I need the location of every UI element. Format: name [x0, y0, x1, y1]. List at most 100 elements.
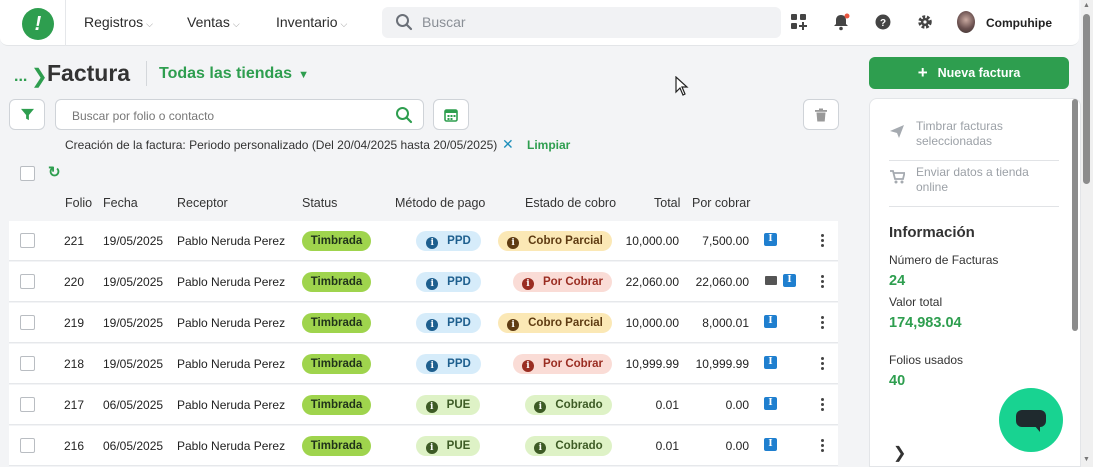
stamp-selected-action[interactable]: Timbrar facturas seleccionadas: [889, 119, 1059, 161]
invoice-info-icon[interactable]: I: [764, 438, 777, 451]
row-checkbox[interactable]: [20, 356, 35, 371]
select-all-checkbox[interactable]: [20, 166, 35, 181]
row-checkbox[interactable]: [20, 315, 35, 330]
col-header-folio[interactable]: Folio: [65, 196, 92, 210]
active-filter-text: Creación de la factura: Periodo personal…: [65, 138, 498, 152]
cell-fecha: 19/05/2025: [103, 234, 164, 248]
panel-scrollbar[interactable]: [1070, 99, 1080, 467]
cell-por-cobrar: 0.00: [725, 439, 749, 453]
cell-folio: 217: [64, 398, 85, 412]
table-row[interactable]: 218 19/05/2025 Pablo Neruda Perez Timbra…: [9, 344, 838, 384]
table-row[interactable]: 219 19/05/2025 Pablo Neruda Perez Timbra…: [9, 303, 838, 343]
kebab-menu-icon[interactable]: [821, 234, 824, 247]
col-header-estado[interactable]: Estado de cobro: [525, 196, 616, 210]
nav-ventas[interactable]: Ventas ⌵: [187, 14, 240, 30]
table-row[interactable]: 221 19/05/2025 Pablo Neruda Perez Timbra…: [9, 221, 838, 261]
payment-method-badge: i PPD: [416, 313, 481, 333]
scroll-up-icon[interactable]: ▲: [1083, 2, 1090, 9]
send-online-store-action[interactable]: Enviar datos a tienda online: [889, 165, 1059, 207]
status-badge: Timbrada: [302, 272, 371, 292]
invoice-info-icon[interactable]: I: [764, 397, 777, 410]
cell-total: 22,060.00: [625, 275, 679, 289]
chat-button[interactable]: [999, 388, 1063, 452]
page-scrollbar[interactable]: ▲ ▼: [1081, 0, 1093, 467]
avatar[interactable]: [957, 11, 975, 33]
row-checkbox[interactable]: [20, 233, 35, 248]
nav-registros[interactable]: Registros ⌵: [84, 14, 153, 30]
col-header-fecha[interactable]: Fecha: [103, 196, 138, 210]
kebab-menu-icon[interactable]: [821, 398, 824, 411]
info-icon: i: [534, 401, 547, 413]
user-name[interactable]: Compuhipe: [986, 16, 1052, 30]
cell-por-cobrar: 0.00: [725, 398, 749, 412]
invoice-info-icon[interactable]: I: [783, 274, 796, 287]
invoice-search-input[interactable]: Buscar por folio o contacto: [55, 99, 424, 130]
collection-status-label: Cobro Parcial: [528, 235, 603, 247]
global-search-input[interactable]: Buscar: [382, 7, 781, 38]
scroll-down-icon[interactable]: ▼: [1083, 456, 1090, 463]
info-icon: i: [507, 319, 520, 331]
status-badge: Timbrada: [302, 231, 371, 251]
breadcrumb[interactable]: ...: [14, 68, 27, 86]
email-icon[interactable]: [765, 276, 777, 285]
scrollbar-thumb[interactable]: [1083, 14, 1090, 184]
cell-receptor: Pablo Neruda Perez: [177, 275, 286, 289]
chat-icon-tail: [1034, 425, 1040, 432]
row-checkbox[interactable]: [20, 274, 35, 289]
clear-filters-link[interactable]: Limpiar: [527, 138, 570, 152]
table-row[interactable]: 217 06/05/2025 Pablo Neruda Perez Timbra…: [9, 385, 838, 425]
close-icon[interactable]: ✕: [502, 136, 514, 153]
info-icon: i: [426, 360, 439, 372]
payment-method-label: PPD: [447, 235, 471, 247]
panel-scrollbar-thumb[interactable]: [1072, 99, 1078, 331]
nav-item-label: Inventario: [276, 14, 338, 30]
nav-item-label: Registros: [84, 14, 144, 30]
store-selector[interactable]: Todas las tiendas ▼: [159, 65, 309, 83]
cell-fecha: 19/05/2025: [103, 316, 164, 330]
cell-total: 10,999.99: [625, 357, 679, 371]
cell-folio: 219: [64, 316, 85, 330]
date-picker-button[interactable]: [433, 99, 469, 130]
invoice-info-icon[interactable]: I: [764, 233, 777, 246]
cell-total: 10,000.00: [625, 234, 679, 248]
payment-method-badge: i PPD: [416, 231, 481, 251]
col-header-receptor[interactable]: Receptor: [177, 196, 228, 210]
filter-button[interactable]: [9, 99, 45, 130]
stat-value: 40: [889, 373, 906, 389]
cell-por-cobrar: 10,999.99: [695, 357, 749, 371]
collection-status-badge: i Por Cobrar: [513, 354, 612, 374]
col-header-metodo[interactable]: Método de pago: [395, 196, 485, 210]
kebab-menu-icon[interactable]: [821, 316, 824, 329]
new-invoice-label: Nueva factura: [937, 66, 1021, 80]
invoice-info-icon[interactable]: I: [764, 356, 777, 369]
kebab-menu-icon[interactable]: [821, 439, 824, 452]
collection-status-badge: i Cobro Parcial: [498, 313, 612, 333]
search-icon[interactable]: [395, 106, 413, 124]
invoice-info-icon[interactable]: I: [764, 315, 777, 328]
apps-icon[interactable]: [790, 13, 808, 31]
delete-button[interactable]: [803, 99, 839, 130]
chevron-right-icon[interactable]: ❯: [893, 443, 906, 463]
table-row[interactable]: 216 06/05/2025 Pablo Neruda Perez Timbra…: [9, 426, 838, 466]
table-row[interactable]: 220 19/05/2025 Pablo Neruda Perez Timbra…: [9, 262, 838, 302]
collection-status-badge: i Por Cobrar: [513, 272, 612, 292]
cell-receptor: Pablo Neruda Perez: [177, 316, 286, 330]
new-invoice-button[interactable]: + Nueva factura: [869, 57, 1069, 89]
row-checkbox[interactable]: [20, 438, 35, 453]
kebab-menu-icon[interactable]: [821, 275, 824, 288]
status-badge: Timbrada: [302, 354, 371, 374]
chevron-down-icon: ⌵: [232, 19, 240, 29]
bell-icon[interactable]: [832, 13, 850, 31]
nav-inventario[interactable]: Inventario ⌵: [276, 14, 347, 30]
help-icon[interactable]: ?: [874, 13, 892, 31]
refresh-icon[interactable]: ↻: [48, 163, 61, 181]
row-checkbox[interactable]: [20, 397, 35, 412]
col-header-total[interactable]: Total: [654, 196, 680, 210]
kebab-menu-icon[interactable]: [821, 357, 824, 370]
col-header-por-cobrar[interactable]: Por cobrar: [692, 196, 750, 210]
col-header-status[interactable]: Status: [302, 196, 337, 210]
app-logo[interactable]: !: [22, 8, 54, 40]
cell-receptor: Pablo Neruda Perez: [177, 439, 286, 453]
gear-icon[interactable]: [916, 13, 934, 31]
top-navbar: ! Registros ⌵ Ventas ⌵ Inventario ⌵ Buscar …: [0, 0, 1079, 46]
